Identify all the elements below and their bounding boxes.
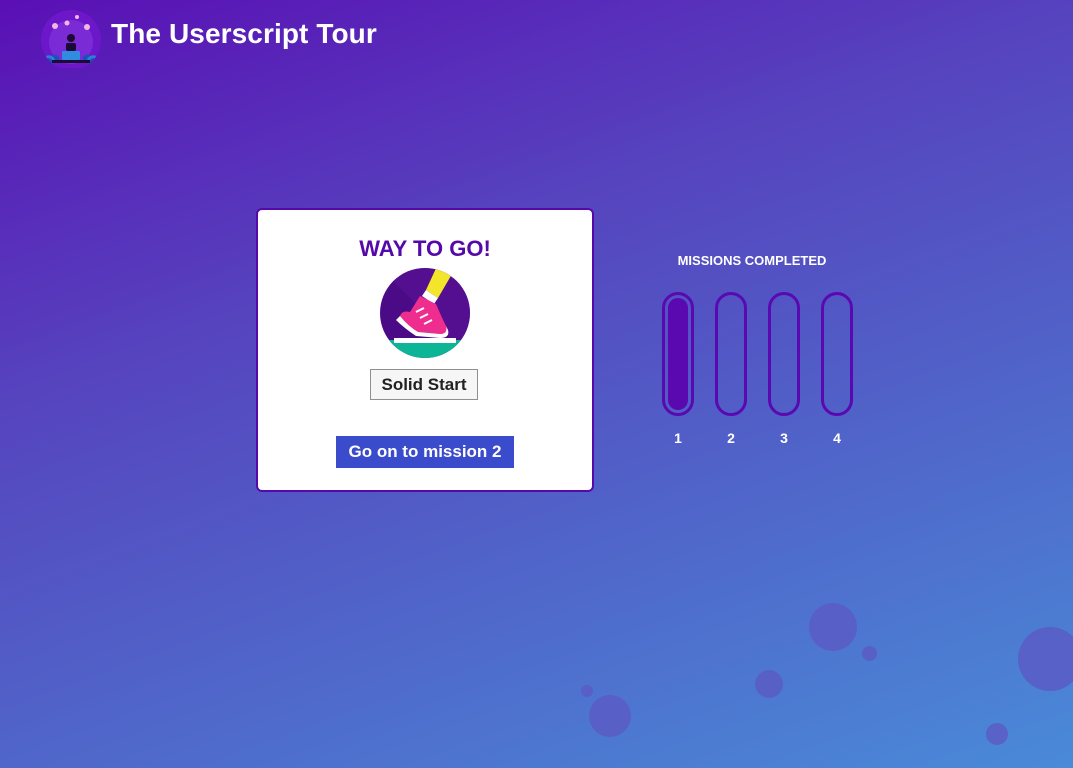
running-shoe-icon — [380, 268, 470, 358]
decorative-bubble — [581, 685, 593, 697]
mission-tube-1 — [662, 292, 694, 416]
decorative-bubble — [755, 670, 783, 698]
next-mission-button[interactable]: Go on to mission 2 — [336, 436, 514, 468]
mission-tube-2 — [715, 292, 747, 416]
decorative-bubble — [862, 646, 877, 661]
mission-number-3: 3 — [780, 430, 788, 446]
card-heading: WAY TO GO! — [359, 236, 491, 261]
achievement-card: WAY TO GO! Solid Start Go on to mission … — [256, 208, 594, 492]
decorative-bubble — [986, 723, 1008, 745]
site-title: The Userscript Tour — [111, 18, 377, 49]
decorative-bubble — [589, 695, 631, 737]
mission-number-2: 2 — [727, 430, 735, 446]
userscript-tour-logo-icon[interactable] — [38, 8, 104, 68]
badge-title: Solid Start — [370, 369, 478, 400]
site-header: The Userscript Tour — [38, 8, 377, 68]
missions-heading: MISSIONS COMPLETED — [677, 253, 827, 268]
mission-number-4: 4 — [833, 430, 841, 446]
mission-tube-4 — [821, 292, 853, 416]
mission-fill-1 — [668, 298, 688, 410]
decorative-bubble — [1018, 627, 1073, 691]
mission-number-1: 1 — [674, 430, 682, 446]
mission-tube-3 — [768, 292, 800, 416]
decorative-bubble — [809, 603, 857, 651]
